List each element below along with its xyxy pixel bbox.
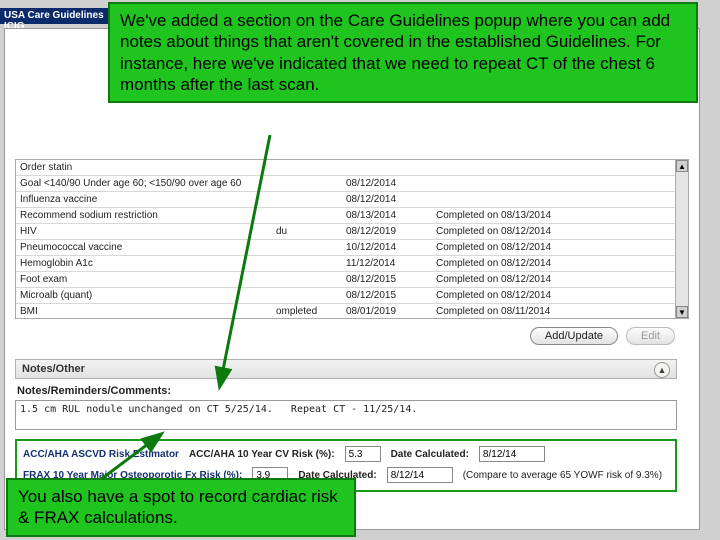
- cell: 08/12/2014: [346, 178, 436, 189]
- table-row[interactable]: Pneumococcal vaccine 10/12/2014Completed …: [16, 240, 676, 256]
- cell: Completed on 08/12/2014: [436, 258, 646, 269]
- notes-header[interactable]: Notes/Other ▲: [15, 359, 677, 379]
- cell: Completed on 08/12/2014: [436, 274, 646, 285]
- callout-bottom: You also have a spot to record cardiac r…: [6, 478, 356, 537]
- cell: HIV: [16, 226, 276, 237]
- cell: 08/12/2015: [346, 274, 436, 285]
- care-guidelines-window: Order statin Goal <140/90 Under age 60; …: [4, 28, 700, 530]
- table-row[interactable]: Order statin: [16, 160, 676, 176]
- notes-textarea[interactable]: [15, 400, 677, 430]
- cell: Recommend sodium restriction: [16, 210, 276, 221]
- cell: Hemoglobin A1c: [16, 258, 276, 269]
- table-row[interactable]: Hemoglobin A1c 11/12/2014Completed on 08/…: [16, 256, 676, 272]
- edit-button[interactable]: Edit: [626, 327, 675, 345]
- collapse-icon[interactable]: ▲: [654, 362, 670, 378]
- table-row[interactable]: Microalb (quant) 08/12/2015Completed on 0…: [16, 288, 676, 304]
- table-row[interactable]: Foot exam 08/12/2015Completed on 08/12/20…: [16, 272, 676, 288]
- cv-risk-input[interactable]: [345, 446, 381, 462]
- frax-date-input[interactable]: [387, 467, 453, 483]
- notes-section: Notes/Other ▲ Notes/Reminders/Comments:: [15, 359, 677, 433]
- cell: Microalb (quant): [16, 290, 276, 301]
- cell: 08/01/2019: [346, 306, 436, 317]
- cell: Completed on 08/12/2014: [436, 242, 646, 253]
- scrollbar[interactable]: ▲ ▼: [675, 159, 689, 319]
- table-row[interactable]: Influenza vaccine 08/12/2014: [16, 192, 676, 208]
- cell: Pneumococcal vaccine: [16, 242, 276, 253]
- frax-comparison-text: (Compare to average 65 YOWF risk of 9.3%…: [463, 470, 662, 481]
- cell: 08/12/2015: [346, 290, 436, 301]
- cell: Goal <140/90 Under age 60; <150/90 over …: [16, 178, 276, 189]
- cv-date-label: Date Calculated:: [391, 449, 469, 460]
- cell: Influenza vaccine: [16, 194, 276, 205]
- table-row[interactable]: HIVdu08/12/2019Completed on 08/12/2014: [16, 224, 676, 240]
- ascvd-row: ACC/AHA ASCVD Risk Estimator ACC/AHA 10 …: [23, 446, 669, 462]
- cell: Order statin: [16, 162, 276, 173]
- cell: BMI: [16, 306, 276, 317]
- scroll-down-icon[interactable]: ▼: [676, 306, 688, 318]
- table-row[interactable]: Goal <140/90 Under age 60; <150/90 over …: [16, 176, 676, 192]
- cell: 08/12/2014: [346, 194, 436, 205]
- cv-date-input[interactable]: [479, 446, 545, 462]
- cell: ompleted: [276, 306, 346, 317]
- cell: 10/12/2014: [346, 242, 436, 253]
- notes-header-label: Notes/Other: [22, 363, 85, 375]
- scroll-up-icon[interactable]: ▲: [676, 160, 688, 172]
- cell: du: [276, 226, 346, 237]
- notes-sub-label: Notes/Reminders/Comments:: [17, 385, 677, 397]
- table-actions: Add/Update Edit: [530, 327, 675, 345]
- table-row[interactable]: BMIompleted08/01/2019Completed on 08/11/…: [16, 304, 676, 319]
- add-update-button[interactable]: Add/Update: [530, 327, 618, 345]
- cell: 08/12/2019: [346, 226, 436, 237]
- cell: Completed on 08/11/2014: [436, 306, 646, 317]
- guidelines-table: Order statin Goal <140/90 Under age 60; …: [15, 159, 677, 319]
- ascvd-label: ACC/AHA ASCVD Risk Estimator: [23, 449, 179, 460]
- cell: Completed on 08/12/2014: [436, 290, 646, 301]
- callout-top: We've added a section on the Care Guidel…: [108, 2, 698, 103]
- cell: 11/12/2014: [346, 258, 436, 269]
- window-titlebar: USA Care Guidelines ICIG: [0, 8, 120, 24]
- cell: Foot exam: [16, 274, 276, 285]
- table-row[interactable]: Recommend sodium restriction 08/13/2014Co…: [16, 208, 676, 224]
- cell: Completed on 08/13/2014: [436, 210, 646, 221]
- cv-risk-label: ACC/AHA 10 Year CV Risk (%):: [189, 449, 335, 460]
- cell: Completed on 08/12/2014: [436, 226, 646, 237]
- cell: 08/13/2014: [346, 210, 436, 221]
